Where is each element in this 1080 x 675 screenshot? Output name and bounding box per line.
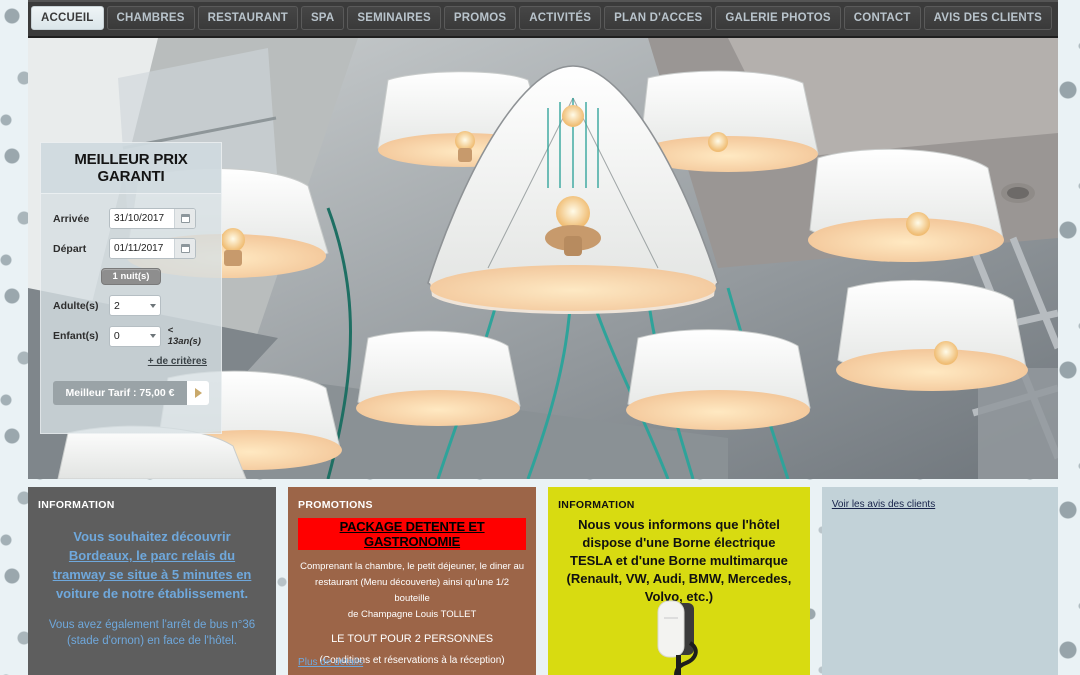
calendar-glyph bbox=[180, 214, 190, 223]
nav-item-chambres[interactable]: CHAMBRES bbox=[106, 6, 195, 30]
info-line-2: Bordeaux, le parc relais du bbox=[68, 548, 236, 563]
booking-widget: MEILLEUR PRIX GARANTI Arrivée 31/10/2017… bbox=[40, 142, 222, 434]
nav-item-contact[interactable]: CONTACT bbox=[843, 6, 921, 30]
promo-headline: PACKAGE DETENTE ET GASTRONOMIE bbox=[298, 518, 527, 550]
bottom-panels: INFORMATION Vous souhaitez découvrir Bor… bbox=[28, 487, 1058, 675]
adults-select[interactable]: 2 bbox=[109, 295, 161, 316]
nights-badge[interactable]: 1 nuit(s) bbox=[100, 268, 162, 285]
info-transport-body: Vous souhaitez découvrir Bordeaux, le pa… bbox=[38, 527, 266, 603]
promo-description: Comprenant la chambre, le petit déjeuner… bbox=[298, 559, 526, 623]
promo-more-details-link[interactable]: Plus de détails bbox=[298, 657, 363, 668]
arrival-row: Arrivée 31/10/2017 bbox=[53, 208, 209, 229]
client-reviews-link[interactable]: Voir les avis des clients bbox=[832, 499, 1048, 510]
adults-label: Adulte(s) bbox=[53, 299, 99, 312]
children-select[interactable]: 0 bbox=[108, 325, 161, 347]
nav-item-activites[interactable]: ACTIVITÉS bbox=[519, 6, 602, 30]
nav-item-restaurant[interactable]: RESTAURANT bbox=[197, 6, 298, 30]
arrival-label: Arrivée bbox=[53, 212, 90, 225]
nav-item-seminaires[interactable]: SEMINAIRES bbox=[347, 6, 441, 30]
adults-value: 2 bbox=[114, 299, 120, 312]
arrival-date-value[interactable]: 31/10/2017 bbox=[110, 209, 174, 228]
panel-client-reviews: Voir les avis des clients bbox=[821, 487, 1058, 675]
arrow-right-glyph bbox=[194, 388, 202, 398]
booking-widget-body: Arrivée 31/10/2017 Départ 01/11/2017 1 n… bbox=[41, 194, 221, 405]
nav-item-spa[interactable]: SPA bbox=[300, 6, 345, 30]
nav-item-galerie-photos[interactable]: GALERIE PHOTOS bbox=[715, 6, 841, 30]
best-rate-row: Meilleur Tarif : 75,00 € bbox=[53, 381, 209, 405]
departure-label: Départ bbox=[53, 242, 87, 255]
chevron-down-icon bbox=[150, 303, 156, 308]
arrow-right-icon[interactable] bbox=[187, 381, 209, 405]
departure-date-value[interactable]: 01/11/2017 bbox=[110, 239, 174, 258]
tesla-wall-charger-image bbox=[548, 597, 810, 675]
calendar-icon[interactable] bbox=[174, 209, 195, 228]
more-criteria-link[interactable]: + de critères bbox=[53, 356, 207, 367]
children-value: 0 bbox=[113, 330, 120, 342]
promo-desc-4: LE TOUT POUR 2 PERSONNES bbox=[331, 633, 494, 645]
arrival-date-input[interactable]: 31/10/2017 bbox=[109, 208, 196, 229]
nav-item-promos[interactable]: PROMOS bbox=[443, 6, 517, 30]
promo-desc-2: restaurant (Menu découverte) ainsi qu'un… bbox=[315, 577, 510, 604]
nights-row: 1 nuit(s) bbox=[53, 268, 209, 285]
panel-information-transport: INFORMATION Vous souhaitez découvrir Bor… bbox=[28, 487, 277, 675]
children-row: Enfant(s) 0 < 13an(s) bbox=[53, 325, 209, 347]
info-line-3: tramway se situe à 5 minutes en bbox=[52, 567, 252, 582]
info-line-5: Vous avez également l'arrêt de bus n°36 bbox=[48, 619, 256, 631]
tesla-charger-illustration bbox=[657, 600, 698, 675]
calendar-glyph bbox=[180, 244, 190, 253]
charger-line-1: Nous vous informons que l'hôtel bbox=[578, 517, 780, 532]
children-age-hint: < 13an(s) bbox=[167, 325, 201, 347]
nav-item-avis-des-clients[interactable]: AVIS DES CLIENTS bbox=[923, 6, 1052, 30]
panel-information-charger: INFORMATION Nous vous informons que l'hô… bbox=[548, 487, 810, 675]
charger-info-body: Nous vous informons que l'hôtel dispose … bbox=[558, 516, 800, 606]
booking-title: MEILLEUR PRIX GARANTI bbox=[74, 151, 188, 185]
calendar-icon[interactable] bbox=[174, 239, 195, 258]
charger-line-2: dispose d'une Borne électrique bbox=[582, 535, 776, 550]
info-line-6: (stade d'ornon) en face de l'hôtel. bbox=[67, 635, 238, 647]
charger-line-3: TESLA et d'une Borne multimarque bbox=[570, 553, 788, 568]
chevron-down-icon bbox=[149, 334, 156, 338]
departure-row: Départ 01/11/2017 bbox=[53, 238, 209, 259]
nav-list: ACCUEIL CHAMBRES RESTAURANT SPA SEMINAIR… bbox=[28, 4, 1052, 32]
charger-line-4: (Renault, VW, Audi, BMW, Mercedes, bbox=[566, 571, 792, 586]
info-transport-body2: Vous avez également l'arrêt de bus n°36 … bbox=[38, 617, 266, 649]
info-line-4: voiture de notre établissement. bbox=[55, 586, 249, 601]
page-frame: ACCUEIL CHAMBRES RESTAURANT SPA SEMINAIR… bbox=[28, 0, 1058, 675]
panel-title-information: INFORMATION bbox=[38, 499, 115, 511]
departure-date-input[interactable]: 01/11/2017 bbox=[109, 238, 196, 259]
promo-desc-1: Comprenant la chambre, le petit déjeuner… bbox=[300, 561, 525, 572]
info-line-1: Vous souhaitez découvrir bbox=[73, 529, 231, 544]
panel-title-information-charger: INFORMATION bbox=[558, 499, 635, 511]
main-navigation: ACCUEIL CHAMBRES RESTAURANT SPA SEMINAIR… bbox=[28, 0, 1058, 38]
best-rate-button[interactable]: Meilleur Tarif : 75,00 € bbox=[53, 381, 187, 405]
panel-title-promotions: PROMOTIONS bbox=[298, 499, 373, 511]
panel-promotions: PROMOTIONS PACKAGE DETENTE ET GASTRONOMI… bbox=[288, 487, 537, 675]
nav-item-plan-dacces[interactable]: PLAN D'ACCES bbox=[604, 6, 713, 30]
booking-widget-header: MEILLEUR PRIX GARANTI bbox=[41, 143, 221, 194]
adults-row: Adulte(s) 2 bbox=[53, 295, 209, 316]
nav-item-accueil[interactable]: ACCUEIL bbox=[31, 6, 104, 30]
children-label: Enfant(s) bbox=[53, 330, 99, 342]
promo-desc-3: de Champagne Louis TOLLET bbox=[347, 609, 477, 620]
